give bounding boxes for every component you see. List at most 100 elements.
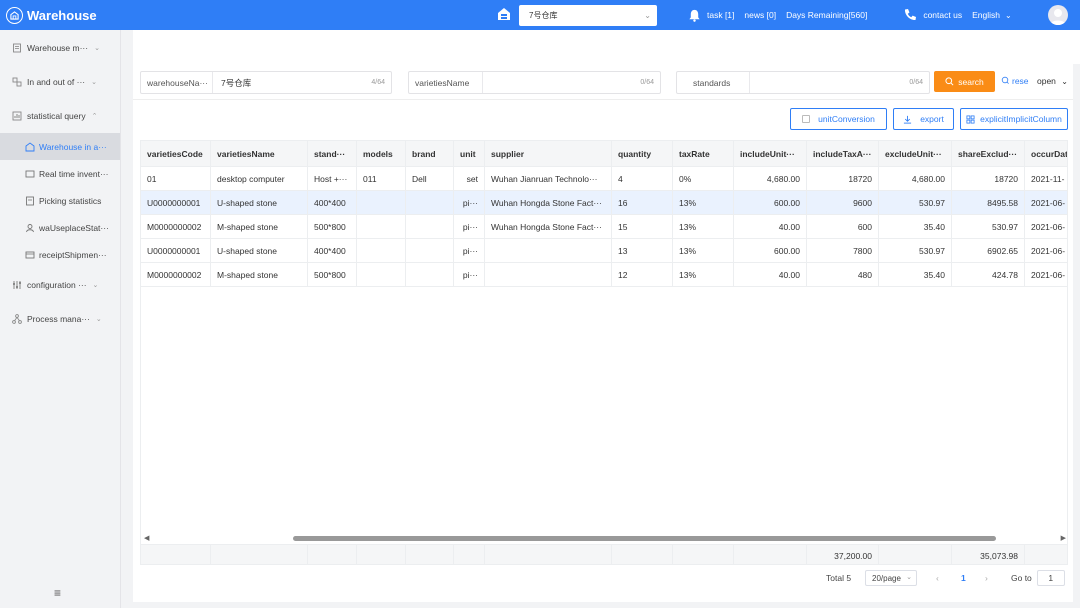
sidebar-subitem-picking-statistics[interactable]: Picking statistics xyxy=(0,187,120,214)
export-button[interactable]: export xyxy=(893,108,954,130)
top-header: Warehouse 7号仓库 ⌄ task [1] news [0] Days … xyxy=(0,0,1080,30)
table-cell: 8495.58 xyxy=(952,191,1025,214)
table-cell: Wuhan Jianruan Technolo··· xyxy=(485,167,612,190)
table-cell xyxy=(406,215,454,238)
sidebar-item-label: statistical query xyxy=(27,111,86,121)
column-header[interactable]: includeTaxA··· xyxy=(807,141,879,166)
column-header[interactable]: taxRate xyxy=(673,141,734,166)
news-count: news [0] xyxy=(744,10,777,20)
table-cell: 13 xyxy=(612,239,673,262)
search-button[interactable]: search xyxy=(934,71,995,92)
column-header[interactable]: includeUnit··· xyxy=(734,141,807,166)
summary-cell xyxy=(1025,545,1067,564)
table-cell: U0000000001 xyxy=(141,191,211,214)
table-row[interactable]: 01 desktop computer Host +··· 011 Dell set Wuh… xyxy=(141,167,1067,191)
column-header[interactable]: quantity xyxy=(612,141,673,166)
table-row[interactable]: U0000000001 U-shaped stone 400*400 pi··· Wuh… xyxy=(141,191,1067,215)
sidebar-subitem-label: waUseplaceStat··· xyxy=(39,222,109,233)
column-toggle-button[interactable]: explicitImplicitColumn xyxy=(960,108,1068,130)
table-cell xyxy=(357,263,406,286)
sidebar-subitem-label: Warehouse in a··· xyxy=(39,141,107,152)
scroll-left-icon[interactable]: ◀ xyxy=(144,534,149,542)
contact-link[interactable]: contact us xyxy=(903,8,962,22)
table-row[interactable]: U0000000001 U-shaped stone 400*400 pi··· 13 1… xyxy=(141,239,1067,263)
scroll-thumb[interactable] xyxy=(293,536,996,541)
table-cell: 011 xyxy=(357,167,406,190)
avatar[interactable] xyxy=(1048,5,1068,25)
page-size-select[interactable]: 20/page ⌄ xyxy=(865,570,917,586)
total-count: Total 5 xyxy=(826,570,851,586)
sidebar-item-statistical-query[interactable]: statistical query ⌃ xyxy=(0,99,120,133)
chevron-down-icon: ⌄ xyxy=(94,45,100,52)
menu-collapse-icon[interactable]: ≡ xyxy=(54,586,61,600)
column-header[interactable]: supplier xyxy=(485,141,612,166)
warehouse-icon xyxy=(497,7,511,21)
table-cell: 12 xyxy=(612,263,673,286)
varieties-name-field[interactable]: varietiesName 0/64 xyxy=(408,71,661,94)
column-header[interactable]: excludeUnit··· xyxy=(879,141,952,166)
table-cell: pi··· xyxy=(454,215,485,238)
column-header[interactable]: varietiesName xyxy=(211,141,308,166)
table-cell: M0000000002 xyxy=(141,215,211,238)
reset-icon xyxy=(1001,76,1009,84)
column-header[interactable]: occurDat xyxy=(1025,141,1067,166)
people-icon xyxy=(25,223,35,233)
standards-field[interactable]: standards 0/64 xyxy=(676,71,930,94)
unit-conversion-checkbox[interactable]: unitConversion xyxy=(790,108,887,130)
next-page-icon[interactable]: › xyxy=(985,570,988,586)
warehouse-logo-icon xyxy=(6,6,23,24)
goto-input[interactable]: 1 xyxy=(1036,570,1065,586)
column-header[interactable]: shareExclud··· xyxy=(952,141,1025,166)
prev-page-icon[interactable]: ‹ xyxy=(936,570,939,586)
open-filters-toggle[interactable]: open ⌄ xyxy=(1037,76,1068,86)
sidebar-subitem-receipt-shipment[interactable]: receiptShipmen··· xyxy=(0,241,120,268)
table-cell: pi··· xyxy=(454,191,485,214)
chevron-down-icon: ⌄ xyxy=(644,11,651,20)
app-logo[interactable]: Warehouse xyxy=(6,6,486,24)
warehouse-name-value: 7号仓库 xyxy=(221,77,252,88)
table-cell: 4,680.00 xyxy=(879,167,952,190)
sidebar-subitem-warehouse-in-and-out[interactable]: Warehouse in a··· xyxy=(0,133,120,160)
char-count: 0/64 xyxy=(640,79,654,86)
summary-cell xyxy=(308,545,357,564)
table-row[interactable]: M0000000002 M-shaped stone 500*800 pi··· 12 1… xyxy=(141,263,1067,287)
column-header[interactable]: models xyxy=(357,141,406,166)
sidebar-item-configuration[interactable]: configuration ··· ⌄ xyxy=(0,268,120,302)
field-label: standards xyxy=(677,72,750,93)
table-cell xyxy=(406,191,454,214)
total-label: Total 5 xyxy=(826,573,852,583)
sidebar-item-warehouse-management[interactable]: Warehouse m··· ⌄ xyxy=(0,31,120,65)
news-link[interactable]: news [0] xyxy=(744,10,776,20)
table-cell xyxy=(357,191,406,214)
language-select[interactable]: English ⌄ xyxy=(972,10,1012,20)
warehouse-select[interactable]: 7号仓库 ⌄ xyxy=(519,5,657,26)
column-header[interactable]: varietiesCode xyxy=(141,141,211,166)
task-link[interactable]: task [1] xyxy=(688,9,734,22)
scroll-right-icon[interactable]: ▶ xyxy=(1061,534,1066,542)
table-cell: 2021-11- xyxy=(1025,167,1067,190)
horizontal-scrollbar[interactable]: ◀ ▶ xyxy=(141,534,1067,542)
summary-cell: 35,073.98 xyxy=(952,545,1025,564)
table-cell: 40.00 xyxy=(734,215,807,238)
sidebar-subitem-realtime-inventory[interactable]: Real time invent··· xyxy=(0,160,120,187)
table-cell: 13% xyxy=(673,239,734,262)
reset-button[interactable]: rese xyxy=(1001,76,1029,86)
page-number-current[interactable]: 1 xyxy=(961,570,966,586)
column-header[interactable]: unit xyxy=(454,141,485,166)
table-cell xyxy=(485,239,612,262)
content-panel: unitConversion export explicitImplicitCo… xyxy=(133,100,1073,602)
table-row[interactable]: M0000000002 M-shaped stone 500*800 pi··· Wuh… xyxy=(141,215,1067,239)
sidebar-item-in-and-out[interactable]: In and out of ··· ⌄ xyxy=(0,65,120,99)
warehouse-name-field[interactable]: warehouseNa··· 7号仓库 4/64 xyxy=(140,71,392,94)
table-cell: 530.97 xyxy=(879,239,952,262)
table-cell: 9600 xyxy=(807,191,879,214)
sidebar-item-process-management[interactable]: Process mana··· ⌄ xyxy=(0,302,120,336)
summary-cell xyxy=(673,545,734,564)
table-cell: 18720 xyxy=(807,167,879,190)
table-cell: 40.00 xyxy=(734,263,807,286)
column-header[interactable]: stand··· xyxy=(308,141,357,166)
table-cell: 400*400 xyxy=(308,191,357,214)
column-header[interactable]: brand xyxy=(406,141,454,166)
summary-cell xyxy=(612,545,673,564)
sidebar-subitem-useplace-statistics[interactable]: waUseplaceStat··· xyxy=(0,214,120,241)
